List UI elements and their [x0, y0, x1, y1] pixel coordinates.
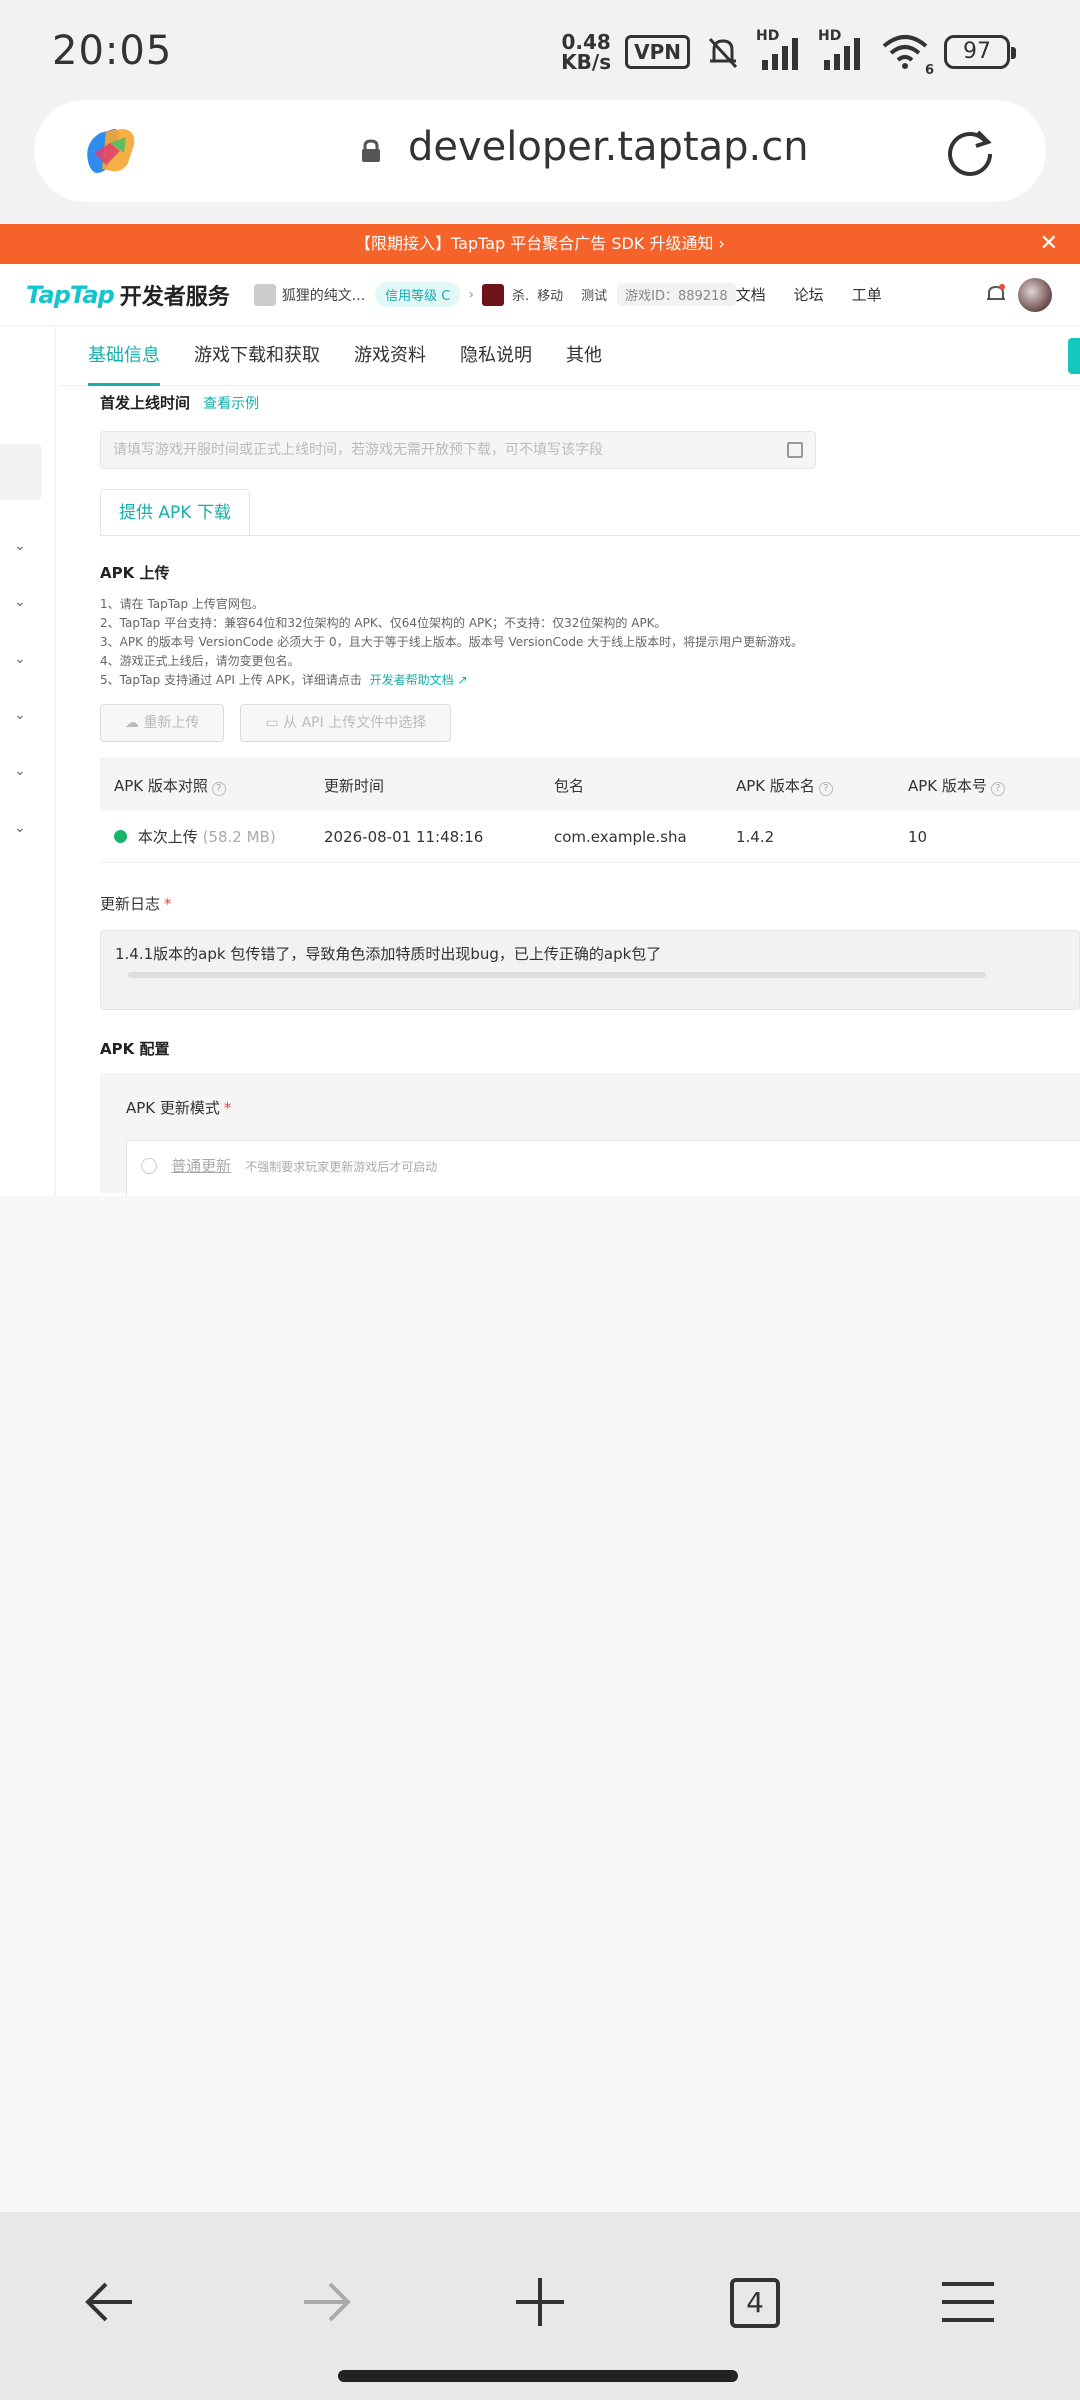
- changelog-label: 更新日志 *: [100, 895, 172, 913]
- reupload-button[interactable]: ☁ 重新上传: [100, 704, 225, 742]
- tab-download[interactable]: 游戏下载和获取: [194, 326, 320, 386]
- taptap-logo[interactable]: TapTap: [26, 281, 115, 309]
- forward-arrow-icon[interactable]: [286, 2262, 366, 2342]
- address-bar[interactable]: developer.taptap.cn: [34, 100, 1046, 202]
- browser-bottom-nav: 4: [0, 2212, 1080, 2400]
- chevron-down-icon[interactable]: ⌄: [14, 707, 26, 723]
- view-example-link[interactable]: 查看示例: [203, 396, 259, 412]
- signal-icon-1: HD: [756, 28, 804, 72]
- game-icon: [482, 283, 504, 306]
- side-nav: ⌄ ⌄ ⌄ ⌄ ⌄ ⌄: [0, 326, 56, 1196]
- chevron-down-icon[interactable]: ⌄: [14, 820, 26, 836]
- chevron-down-icon[interactable]: ⌄: [14, 763, 26, 779]
- notification-bell-icon[interactable]: [984, 282, 1008, 306]
- web-page: 【限期接入】TapTap 平台聚合广告 SDK 升级通知 › ✕ TapTap …: [0, 224, 1080, 1196]
- radio-normal-update[interactable]: [141, 1158, 157, 1174]
- chevron-down-icon[interactable]: ⌄: [14, 538, 26, 554]
- browser-toolbar: developer.taptap.cn: [0, 100, 1080, 224]
- api-select-button[interactable]: ▭ 从 API 上传文件中选择: [240, 704, 452, 742]
- copilot-logo-icon[interactable]: [80, 123, 140, 179]
- announcement-banner[interactable]: 【限期接入】TapTap 平台聚合广告 SDK 升级通知 › ✕: [0, 224, 1080, 264]
- breadcrumb-separator: ›: [468, 286, 474, 303]
- apk-config-panel: APK 更新模式 * 普通更新 不强制要求玩家更新游戏后才可启动: [100, 1073, 1080, 1196]
- back-arrow-icon[interactable]: [70, 2262, 150, 2342]
- tab-basic-info[interactable]: 基础信息: [88, 326, 160, 386]
- update-mode-label: APK 更新模式 *: [126, 1099, 232, 1117]
- app-icon: [253, 283, 276, 306]
- logo-subtitle[interactable]: 开发者服务: [120, 279, 230, 311]
- divider: [100, 535, 1080, 536]
- network-speed: 0.48 KB/s: [561, 30, 612, 74]
- table-row: 本次上传 (58.2 MB) 2026-08-01 11:48:16 com.e…: [100, 811, 1080, 863]
- test-label: 测试: [581, 289, 608, 304]
- chevron-down-icon[interactable]: ⌄: [14, 594, 26, 610]
- banner-close-icon[interactable]: ✕: [1040, 224, 1058, 264]
- nav-link-forum[interactable]: 论坛: [794, 284, 824, 305]
- upload-buttons: ☁ 重新上传 ▭ 从 API 上传文件中选择: [100, 704, 1080, 742]
- nav-link-tickets[interactable]: 工单: [852, 284, 882, 305]
- apk-version-table: APK 版本对照? 更新时间 包名 APK 版本名? APK 版本号? 本次上传…: [100, 758, 1080, 863]
- tab-apk-download[interactable]: 提供 APK 下载: [100, 489, 250, 535]
- clock: 20:05: [52, 28, 173, 74]
- apk-notes: 1、请在 TapTap 上传官网包。 2、TapTap 平台支持：兼容64位和3…: [100, 597, 804, 687]
- signal-icon-2: HD: [818, 28, 866, 72]
- nav-link-docs[interactable]: 文档: [736, 284, 766, 305]
- battery-icon: 97: [944, 35, 1016, 69]
- banner-text[interactable]: 【限期接入】TapTap 平台聚合广告 SDK 升级通知 ›: [355, 234, 725, 253]
- app-selector[interactable]: 狐狸的纯文...: [253, 283, 366, 306]
- user-avatar[interactable]: [1018, 278, 1052, 312]
- horizontal-scrollbar[interactable]: [128, 972, 986, 978]
- game-id: 游戏ID：889218: [617, 283, 736, 306]
- calendar-icon[interactable]: [787, 442, 803, 458]
- launch-date-input[interactable]: 请填写游戏开服时间或正式上线时间，若游戏无需开放预下载，可不填写该字段: [100, 431, 816, 469]
- folder-icon: ▭: [265, 715, 279, 731]
- page-tabs: 基础信息 游戏下载和获取 游戏资料 隐私说明 其他: [58, 326, 1080, 386]
- tabs-count: 4: [730, 2278, 780, 2328]
- home-indicator[interactable]: [338, 2370, 738, 2382]
- chevron-down-icon[interactable]: ⌄: [14, 651, 26, 667]
- lock-icon: [362, 139, 380, 162]
- app-name: 狐狸的纯文...: [281, 287, 366, 304]
- vpn-icon: VPN: [625, 35, 690, 69]
- platform-label: 移动: [537, 289, 564, 304]
- status-bar: 20:05 0.48 KB/s VPN HD HD 6 97: [0, 0, 1080, 100]
- tabs-count-button[interactable]: 4: [714, 2262, 794, 2342]
- new-tab-plus-icon[interactable]: [500, 2262, 580, 2342]
- site-header: TapTap 开发者服务 狐狸的纯文... 信用等级 C › 杀. 移动 测试 …: [0, 264, 1080, 326]
- help-icon[interactable]: ?: [818, 781, 833, 796]
- floating-side-button[interactable]: [1068, 338, 1080, 374]
- url-text[interactable]: developer.taptap.cn: [408, 124, 809, 170]
- main-content: 首发上线时间 查看示例 请填写游戏开服时间或正式上线时间，若游戏无需开放预下载，…: [100, 386, 1080, 1196]
- table-header: APK 版本对照? 更新时间 包名 APK 版本名? APK 版本号?: [100, 759, 1080, 811]
- wifi-icon: 6: [880, 32, 934, 78]
- tab-privacy[interactable]: 隐私说明: [460, 326, 532, 386]
- apk-config-title: APK 配置: [100, 1040, 170, 1058]
- tab-other[interactable]: 其他: [566, 326, 602, 386]
- reload-icon[interactable]: [942, 124, 998, 180]
- changelog-textarea[interactable]: 1.4.1版本的apk 包传错了，导致角色添加特质时出现bug，已上传正确的ap…: [100, 930, 1080, 1010]
- tab-game-materials[interactable]: 游戏资料: [354, 326, 426, 386]
- credit-level-badge: 信用等级 C: [375, 282, 461, 307]
- side-nav-selected-item[interactable]: [0, 444, 42, 500]
- menu-icon[interactable]: [928, 2262, 1008, 2342]
- help-icon[interactable]: ?: [990, 781, 1005, 796]
- check-circle-icon: [114, 830, 127, 843]
- launch-date-placeholder: 请填写游戏开服时间或正式上线时间，若游戏无需开放预下载，可不填写该字段: [113, 442, 603, 458]
- status-icons: 0.48 KB/s VPN HD HD 6 97: [561, 28, 1016, 78]
- upload-cloud-icon: ☁: [125, 715, 139, 731]
- external-link-icon[interactable]: ↗: [458, 673, 468, 687]
- help-doc-link[interactable]: 开发者帮助文档: [370, 673, 454, 687]
- help-icon[interactable]: ?: [211, 781, 226, 796]
- mute-bell-icon: [708, 37, 738, 69]
- update-mode-options: 普通更新 不强制要求玩家更新游戏后才可启动: [126, 1140, 1080, 1196]
- game-name[interactable]: 杀.: [512, 285, 529, 304]
- apk-upload-title: APK 上传: [100, 564, 170, 582]
- first-launch-label: 首发上线时间: [100, 394, 191, 412]
